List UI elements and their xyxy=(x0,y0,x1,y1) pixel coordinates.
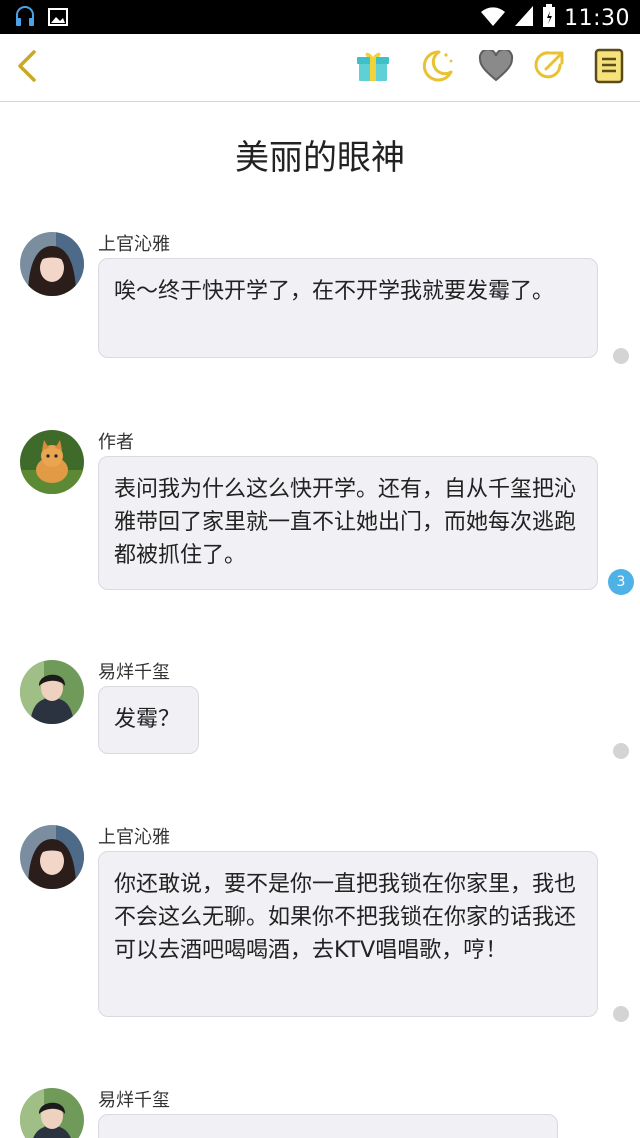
sender-name: 易烊千玺 xyxy=(98,1090,170,1111)
message-text: 唉～终于快开学了，在不开学我就要发霉了。 xyxy=(114,279,555,304)
moon-icon xyxy=(419,48,455,88)
image-icon xyxy=(48,8,68,30)
message-bubble[interactable] xyxy=(98,1114,558,1138)
status-bar: 11:30 xyxy=(0,0,640,34)
avatar[interactable] xyxy=(20,660,84,724)
comment-dot[interactable] xyxy=(613,1006,629,1022)
comment-dot[interactable] xyxy=(613,743,629,759)
story-title: 美丽的眼神 xyxy=(235,138,405,178)
back-button[interactable] xyxy=(6,47,48,89)
battery-icon xyxy=(542,4,556,32)
avatar[interactable] xyxy=(20,430,84,494)
sender-name: 易烊千玺 xyxy=(98,662,170,683)
catalog-button[interactable] xyxy=(588,47,630,89)
message-bubble[interactable]: 你还敢说，要不是你一直把我锁在你家里，我也不会这么无聊。如果你不把我锁在你家的话… xyxy=(98,851,598,1017)
gift-button[interactable] xyxy=(352,47,394,89)
avatar[interactable] xyxy=(20,1088,84,1138)
headset-icon xyxy=(14,5,36,33)
status-time: 11:30 xyxy=(564,5,630,31)
sender-name: 作者 xyxy=(98,432,134,453)
message-bubble[interactable]: 表问我为什么这么快开学。还有，自从千玺把沁雅带回了家里就一直不让她出门，而她每次… xyxy=(98,456,598,590)
message-bubble[interactable]: 唉～终于快开学了，在不开学我就要发霉了。 xyxy=(98,258,598,358)
toolbar xyxy=(0,34,640,102)
night-mode-button[interactable] xyxy=(416,47,458,89)
chevron-left-icon xyxy=(14,49,40,87)
share-icon xyxy=(532,49,566,87)
sender-name: 上官沁雅 xyxy=(98,827,170,848)
share-button[interactable] xyxy=(528,47,570,89)
message-text: 你还敢说，要不是你一直把我锁在你家里，我也不会这么无聊。如果你不把我锁在你家的话… xyxy=(114,872,577,963)
message-text: 表问我为什么这么快开学。还有，自从千玺把沁雅带回了家里就一直不让她出门，而她每次… xyxy=(114,477,577,568)
notebook-icon xyxy=(594,48,624,88)
avatar[interactable] xyxy=(20,232,84,296)
comment-count-badge[interactable]: 3 xyxy=(608,569,634,595)
heart-icon xyxy=(478,48,514,86)
comment-dot[interactable] xyxy=(613,348,629,364)
message-text: 发霉？ xyxy=(114,707,181,732)
gift-icon xyxy=(356,49,390,87)
sender-name: 上官沁雅 xyxy=(98,234,170,255)
message-bubble[interactable]: 发霉？ xyxy=(98,686,199,754)
wifi-icon xyxy=(480,5,506,31)
signal-icon xyxy=(514,5,534,31)
avatar[interactable] xyxy=(20,825,84,889)
favorite-button[interactable] xyxy=(475,47,517,89)
